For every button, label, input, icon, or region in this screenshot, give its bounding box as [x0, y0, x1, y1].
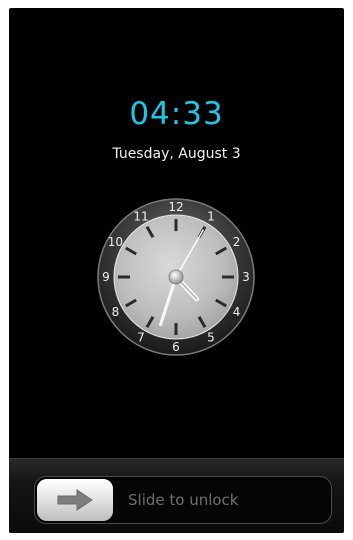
clock-hub	[168, 269, 184, 285]
date-label: Tuesday, August 3	[112, 146, 241, 162]
digital-time: 04:33	[129, 96, 224, 132]
unlock-bar: Slide to unlock	[9, 458, 344, 533]
unlock-slider-track[interactable]: Slide to unlock	[34, 476, 332, 524]
clock-numeral-2: 2	[233, 235, 241, 249]
unlock-label: Slide to unlock	[128, 491, 239, 509]
arrow-right-icon	[57, 489, 93, 511]
unlock-slider-knob[interactable]	[37, 479, 113, 521]
clock-numeral-4: 4	[233, 305, 241, 319]
clock-numeral-1: 1	[207, 209, 215, 223]
clock-numeral-7: 7	[137, 331, 145, 345]
clock-numeral-9: 9	[102, 270, 110, 284]
clock-face-icon: 121234567891011	[97, 198, 255, 356]
clock-numeral-12: 12	[168, 200, 183, 214]
clock-numeral-5: 5	[207, 331, 215, 345]
analog-clock: 12 1 2 3 4 5 6 7 8 9 10 11	[96, 197, 256, 357]
lock-screen: 04:33 Tuesday, August 3 12 1 2 3 4 5 6 7…	[9, 8, 344, 533]
clock-numeral-6: 6	[172, 340, 180, 354]
clock-numeral-11: 11	[133, 209, 148, 223]
clock-numeral-10: 10	[108, 235, 123, 249]
clock-numeral-8: 8	[112, 305, 120, 319]
clock-numeral-3: 3	[242, 270, 250, 284]
